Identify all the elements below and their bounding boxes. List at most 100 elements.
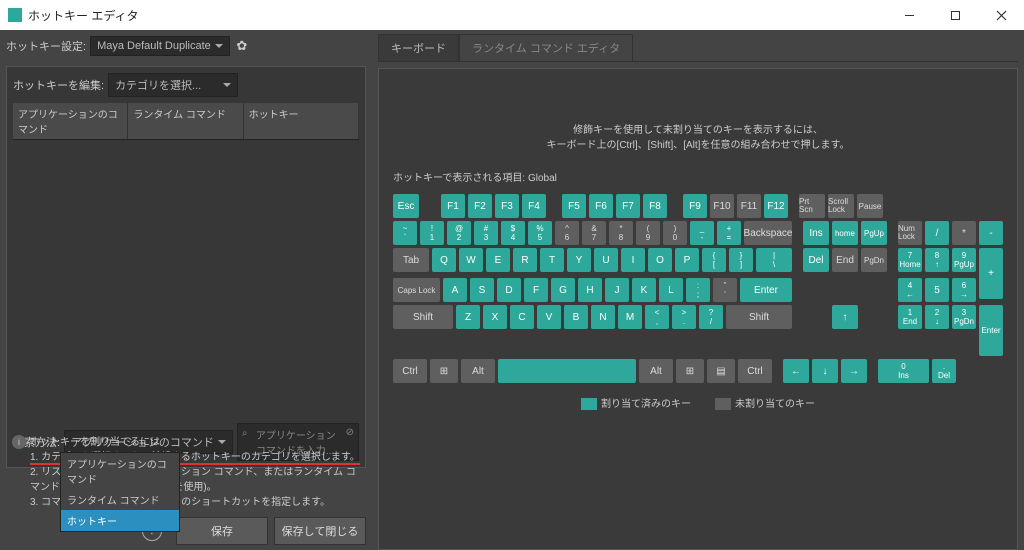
key-7[interactable]: &7 — [582, 221, 606, 245]
key-f1[interactable]: F1 — [441, 194, 465, 218]
key-lshift[interactable]: Shift — [393, 305, 453, 329]
dropdown-opt-runtime[interactable]: ランタイム コマンド — [61, 489, 179, 510]
key-n[interactable]: N — [591, 305, 615, 329]
key-9[interactable]: (9 — [636, 221, 660, 245]
key-space[interactable] — [498, 359, 636, 383]
key-enter[interactable]: Enter — [740, 278, 792, 302]
tab-runtime-editor[interactable]: ランタイム コマンド エディタ — [459, 34, 633, 61]
key-f5[interactable]: F5 — [562, 194, 586, 218]
key-f[interactable]: F — [524, 278, 548, 302]
save-button[interactable]: 保存 — [176, 517, 268, 545]
dropdown-opt-app[interactable]: アプリケーションのコマンド — [61, 453, 179, 489]
key-np6[interactable]: 6→ — [952, 278, 976, 302]
key-right[interactable]: → — [841, 359, 867, 383]
key-k[interactable]: K — [632, 278, 656, 302]
key-ralt[interactable]: Alt — [639, 359, 673, 383]
key-np3[interactable]: 3PgDn — [952, 305, 976, 329]
key-0[interactable]: )0 — [663, 221, 687, 245]
key-up[interactable]: ↑ — [832, 305, 858, 329]
hotkey-set-select[interactable]: Maya Default Duplicate — [90, 36, 230, 56]
dropdown-opt-hotkey[interactable]: ホットキー — [61, 510, 179, 531]
key-lalt[interactable]: Alt — [461, 359, 495, 383]
key-4[interactable]: $4 — [501, 221, 525, 245]
key-f8[interactable]: F8 — [643, 194, 667, 218]
key-f10[interactable]: F10 — [710, 194, 734, 218]
key-y[interactable]: Y — [567, 248, 591, 272]
key-pgdn[interactable]: PgDn — [861, 248, 887, 272]
key-t[interactable]: T — [540, 248, 564, 272]
key-f9[interactable]: F9 — [683, 194, 707, 218]
key-comma[interactable]: <, — [645, 305, 669, 329]
key-o[interactable]: O — [648, 248, 672, 272]
command-list[interactable] — [13, 139, 359, 419]
key-lbracket[interactable]: {[ — [702, 248, 726, 272]
key-equals[interactable]: += — [717, 221, 741, 245]
key-numlock[interactable]: Num Lock — [898, 221, 922, 245]
key-np7[interactable]: 7Home — [898, 248, 922, 272]
key-dot[interactable]: >. — [672, 305, 696, 329]
key-v[interactable]: V — [537, 305, 561, 329]
key-np4[interactable]: 4← — [898, 278, 922, 302]
key-f6[interactable]: F6 — [589, 194, 613, 218]
key-ins[interactable]: Ins — [803, 221, 829, 245]
key-f7[interactable]: F7 — [616, 194, 640, 218]
key-lwin[interactable]: ⊞ — [430, 359, 458, 383]
key-semi[interactable]: :; — [686, 278, 710, 302]
key-f11[interactable]: F11 — [737, 194, 761, 218]
key-left[interactable]: ← — [783, 359, 809, 383]
key-z[interactable]: Z — [456, 305, 480, 329]
key-esc[interactable]: Esc — [393, 194, 419, 218]
key-del[interactable]: Del — [803, 248, 829, 272]
key-home[interactable]: home — [832, 221, 858, 245]
minimize-button[interactable] — [886, 0, 932, 30]
key-npdot[interactable]: .Del — [932, 359, 956, 383]
key-np0[interactable]: 0Ins — [878, 359, 929, 383]
key-a[interactable]: A — [443, 278, 467, 302]
key-rbracket[interactable]: }] — [729, 248, 753, 272]
key-tilde[interactable]: ~` — [393, 221, 417, 245]
key-w[interactable]: W — [459, 248, 483, 272]
key-caps[interactable]: Caps Lock — [393, 278, 440, 302]
key-np2[interactable]: 2↓ — [925, 305, 949, 329]
key-8[interactable]: *8 — [609, 221, 633, 245]
category-select[interactable]: カテゴリを選択... — [108, 73, 238, 97]
key-l[interactable]: L — [659, 278, 683, 302]
key-s[interactable]: S — [470, 278, 494, 302]
tab-keyboard[interactable]: キーボード — [378, 34, 459, 61]
key-q[interactable]: Q — [432, 248, 456, 272]
key-down[interactable]: ↓ — [812, 359, 838, 383]
key-6[interactable]: ^6 — [555, 221, 579, 245]
key-1[interactable]: !1 — [420, 221, 444, 245]
key-m[interactable]: M — [618, 305, 642, 329]
key-np-sub[interactable]: - — [979, 221, 1003, 245]
key-f2[interactable]: F2 — [468, 194, 492, 218]
col-runtime[interactable]: ランタイム コマンド — [128, 103, 243, 139]
key-pause[interactable]: Pause — [857, 194, 883, 218]
save-close-button[interactable]: 保存して閉じる — [274, 517, 366, 545]
key-b[interactable]: B — [564, 305, 588, 329]
key-rctrl[interactable]: Ctrl — [738, 359, 772, 383]
maximize-button[interactable] — [932, 0, 978, 30]
key-u[interactable]: U — [594, 248, 618, 272]
key-3[interactable]: #3 — [474, 221, 498, 245]
key-d[interactable]: D — [497, 278, 521, 302]
key-2[interactable]: @2 — [447, 221, 471, 245]
key-r[interactable]: R — [513, 248, 537, 272]
key-e[interactable]: E — [486, 248, 510, 272]
key-np-div[interactable]: / — [925, 221, 949, 245]
gear-icon[interactable]: ✿ — [234, 38, 250, 54]
key-slash[interactable]: ?/ — [699, 305, 723, 329]
key-rwin[interactable]: ⊞ — [676, 359, 704, 383]
key-j[interactable]: J — [605, 278, 629, 302]
search-by-dropdown[interactable]: アプリケーションのコマンド ランタイム コマンド ホットキー — [60, 452, 180, 532]
key-pgup[interactable]: PgUp — [861, 221, 887, 245]
close-button[interactable] — [978, 0, 1024, 30]
key-scroll[interactable]: Scroll Lock — [828, 194, 854, 218]
key-5[interactable]: %5 — [528, 221, 552, 245]
col-app[interactable]: アプリケーションのコマンド — [13, 103, 128, 139]
key-np-enter[interactable]: Enter — [979, 305, 1003, 356]
key-i[interactable]: I — [621, 248, 645, 272]
key-np9[interactable]: 9PgUp — [952, 248, 976, 272]
key-c[interactable]: C — [510, 305, 534, 329]
col-hotkey[interactable]: ホットキー — [244, 103, 359, 139]
